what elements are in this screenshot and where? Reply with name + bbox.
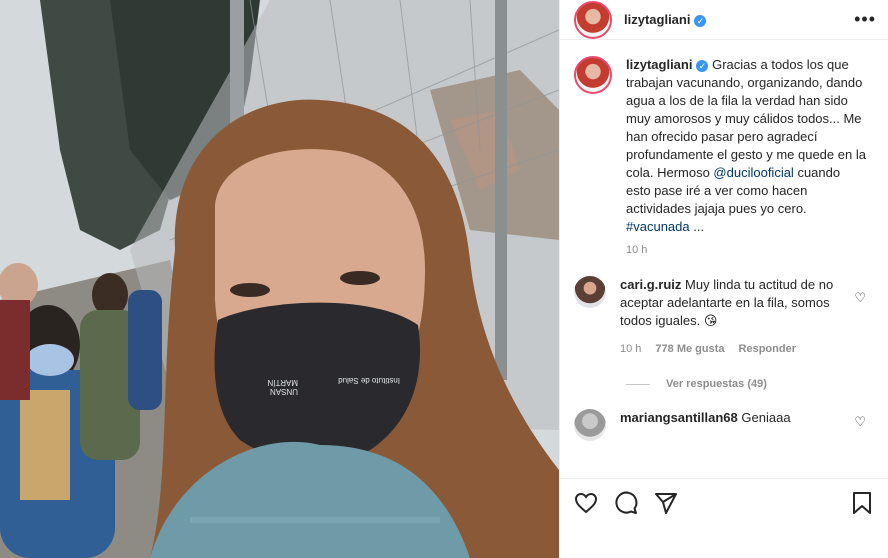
instagram-post: UNSAN MARTÍN Instituto de Salud lizytagl…: [0, 0, 888, 558]
caption-time: 10 h: [626, 244, 648, 256]
view-replies[interactable]: Ver respuestas (49): [626, 378, 888, 390]
commenter-username[interactable]: cari.g.ruiz: [620, 277, 681, 292]
comment-meta: 10 h 778 Me gusta Responder: [620, 340, 846, 358]
comment: mariangsantillan68 Geniaaa ♡: [560, 390, 888, 441]
author-username[interactable]: lizytagliani: [624, 12, 690, 27]
commenter-username[interactable]: mariangsantillan68: [620, 410, 738, 425]
caption-text: lizytagliani ✓ Gracias a todos los que tr…: [626, 56, 866, 236]
header-username-wrap: lizytagliani ✓: [624, 12, 707, 27]
reply-button[interactable]: Responder: [739, 340, 796, 358]
verified-badge-icon: ✓: [696, 59, 709, 72]
action-bar: [560, 478, 888, 558]
comment-text: Geniaaa: [741, 410, 791, 425]
comment-bubble-icon[interactable]: [614, 491, 638, 515]
more-options-icon[interactable]: •••: [854, 9, 876, 30]
post-sidebar: lizytagliani ✓ ••• lizytagliani ✓ Gracias …: [559, 0, 888, 558]
post-photo[interactable]: UNSAN MARTÍN Instituto de Salud: [0, 0, 559, 558]
bookmark-save-icon[interactable]: [850, 491, 874, 515]
replies-divider: [626, 383, 650, 385]
share-send-icon[interactable]: [654, 491, 678, 515]
comment-likes[interactable]: 778 Me gusta: [655, 340, 724, 358]
mention-link[interactable]: @ducilooficial: [713, 165, 793, 180]
comment-like-icon[interactable]: ♡: [854, 290, 866, 306]
author-avatar[interactable]: [574, 0, 612, 39]
selfie-image: [0, 0, 559, 558]
caption-avatar[interactable]: [574, 56, 612, 94]
hashtag-link[interactable]: #vacunada: [626, 219, 690, 234]
commenter-avatar[interactable]: [574, 409, 606, 441]
verified-badge-icon: ✓: [694, 14, 707, 27]
comment-body: cari.g.ruiz Muy linda tu actitud de no a…: [620, 276, 846, 358]
caption-username[interactable]: lizytagliani: [626, 57, 692, 72]
commenter-avatar[interactable]: [574, 276, 606, 308]
like-heart-icon[interactable]: [574, 491, 598, 515]
comment-time: 10 h: [620, 343, 642, 355]
caption-more[interactable]: ...: [690, 219, 704, 234]
caption-body-1: Gracias a todos los que trabajan vacunan…: [626, 57, 866, 180]
mask-logo-left: UNSAN MARTÍN: [267, 378, 298, 396]
comment-body: mariangsantillan68 Geniaaa: [620, 409, 846, 441]
comment-like-icon[interactable]: ♡: [854, 414, 866, 430]
caption: lizytagliani ✓ Gracias a todos los que tr…: [560, 40, 888, 236]
comment: cari.g.ruiz Muy linda tu actitud de no a…: [560, 256, 888, 358]
mask-logo-right: Instituto de Salud: [338, 376, 400, 385]
post-header: lizytagliani ✓ •••: [560, 0, 888, 40]
view-replies-label[interactable]: Ver respuestas (49): [666, 378, 767, 390]
